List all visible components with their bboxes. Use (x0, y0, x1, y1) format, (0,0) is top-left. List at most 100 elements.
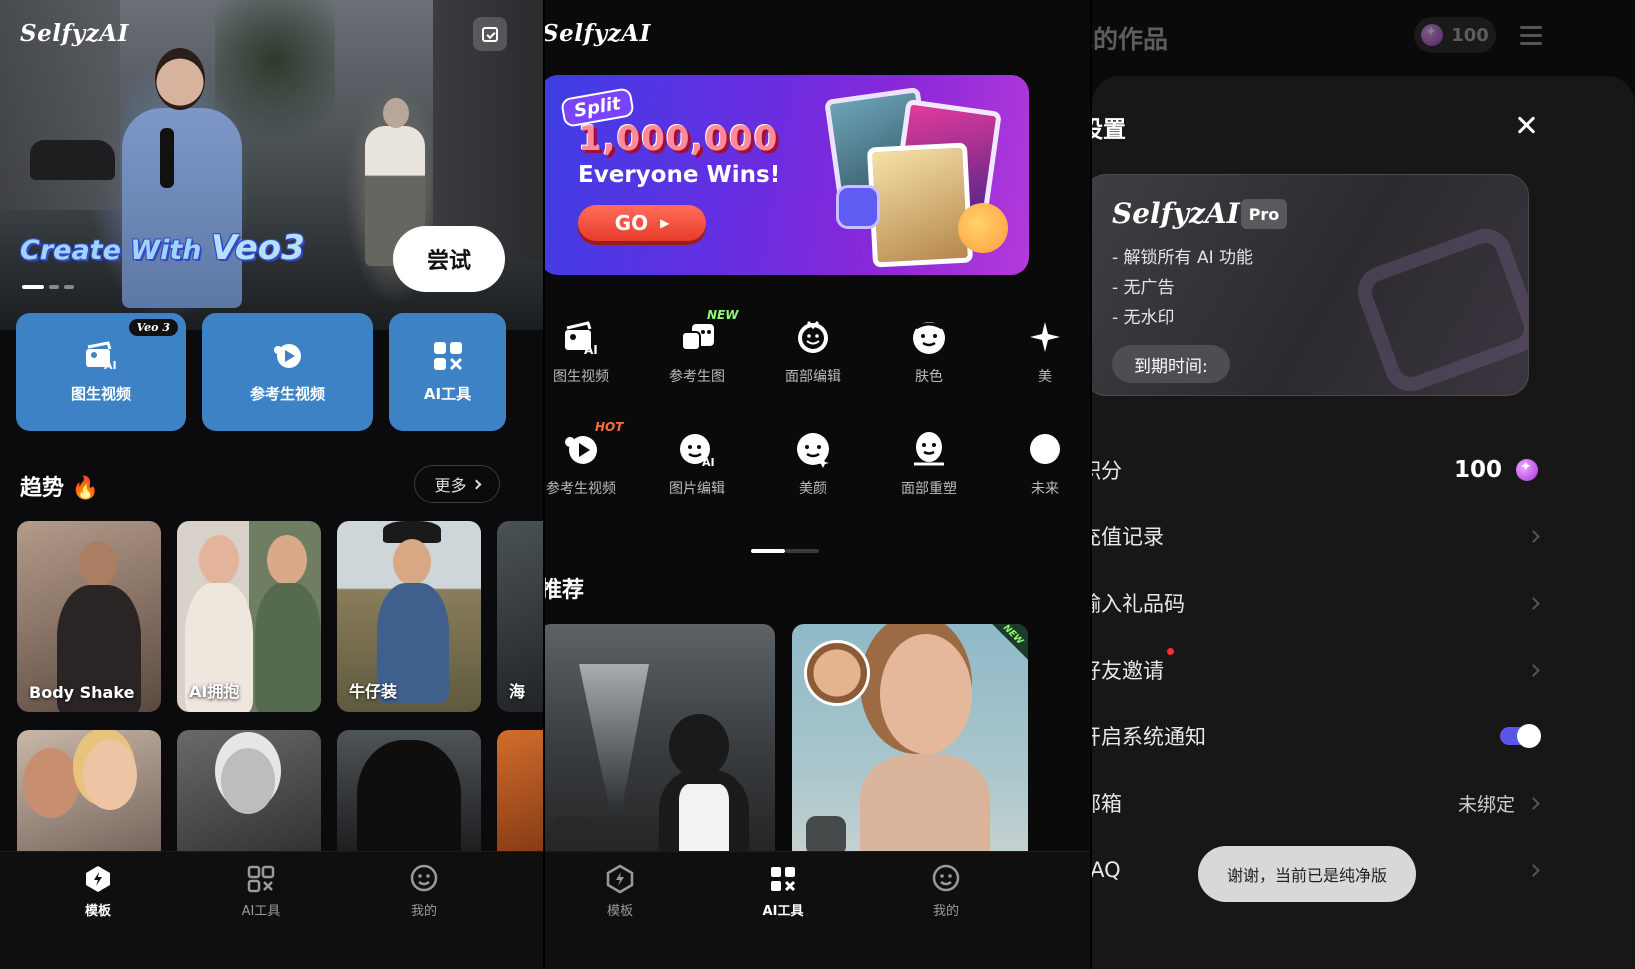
row-label: 开启系统通知 (1092, 725, 1206, 749)
promo-banner[interactable]: Split 1,000,000 Everyone Wins! GO ▶ (545, 75, 1029, 275)
image-to-video-icon: AI (86, 340, 117, 371)
trend-card[interactable] (177, 730, 321, 870)
points-pill[interactable]: 100 (1414, 17, 1496, 53)
discord-icon (836, 185, 880, 229)
tool-partial[interactable]: 未来 (987, 430, 1090, 498)
tool-label: 图生视频 (553, 369, 609, 385)
home-screen: SelfyzAI Create With Veo3 尝试 Veo 3 AI 图生… (0, 0, 543, 969)
trend-card[interactable]: 牛仔装 (337, 521, 481, 712)
app-logo: SelfyzAI (545, 20, 651, 47)
settings-row-system-notifications[interactable]: 开启系统通知 (1092, 716, 1550, 756)
tool-reference-video[interactable]: HOT 参考生视频 (545, 420, 639, 498)
profile-face-icon (932, 864, 960, 892)
tool-image-to-video[interactable]: AI 图生视频 (545, 318, 639, 386)
ai-tools-icon (247, 865, 275, 893)
bottom-tab-bar: 模板 AI工具 我的 (0, 851, 543, 969)
settings-screen: 我的作品 100 设置 SelfyzAI Pro - 解锁所有 AI 功能 - … (1092, 0, 1635, 969)
tools-pager (751, 549, 819, 553)
image-to-video-button[interactable]: Veo 3 AI 图生视频 (16, 313, 186, 431)
trend-card[interactable] (497, 730, 543, 870)
tab-templates[interactable]: 模板 (48, 864, 148, 919)
tab-ai-tools[interactable]: AI工具 (211, 864, 311, 919)
tool-label: 未来 (1031, 481, 1059, 497)
tool-photo-edit[interactable]: AI 图片编辑 (639, 430, 755, 498)
chevron-right-icon (471, 479, 481, 489)
tab-ai-tools[interactable]: AI工具 (733, 864, 833, 919)
settings-row-email[interactable]: 邮箱 未绑定 (1092, 783, 1550, 823)
tool-face-edit[interactable]: 面部编辑 (755, 318, 871, 386)
tool-label: 面部编辑 (785, 369, 841, 385)
tab-ai-tools-label: AI工具 (241, 904, 281, 919)
promo-photo (866, 142, 974, 268)
points-value: 100 (1454, 457, 1538, 483)
sparkle-icon (1030, 322, 1060, 352)
tool-beauty[interactable]: 美颜 (755, 430, 871, 498)
photo-edit-badge-icon (806, 816, 846, 856)
row-label: FAQ (1092, 858, 1121, 882)
tool-label: 面部重塑 (901, 481, 957, 497)
tool-partial[interactable]: 美 (987, 318, 1090, 386)
trend-card[interactable]: Body Shake (17, 521, 161, 712)
checkin-calendar-button[interactable] (473, 17, 507, 51)
tool-label: 美 (1038, 369, 1052, 385)
beauty-icon (797, 433, 829, 468)
face-reshape-icon (914, 432, 944, 466)
row-trailing (1527, 529, 1540, 543)
points-pill-value: 100 (1451, 24, 1489, 46)
tool-label: 参考生视频 (546, 481, 616, 497)
points-number: 100 (1453, 457, 1502, 483)
fire-icon: 🔥 (71, 476, 100, 501)
notifications-toggle[interactable] (1500, 724, 1541, 748)
reference-image-icon (681, 324, 714, 351)
reference-video-label: 参考生视频 (249, 384, 325, 403)
checkmark-watermark-icon (1350, 221, 1528, 395)
settings-row-gift-code[interactable]: 输入礼品码 (1092, 583, 1550, 623)
image-to-video-label: 图生视频 (70, 384, 131, 403)
hero-title: Create With Veo3 (20, 228, 305, 268)
recommend-card[interactable] (545, 624, 775, 864)
row-trailing (1527, 596, 1540, 610)
go-button[interactable]: GO ▶ (578, 205, 706, 241)
face-edit-icon (798, 320, 828, 353)
row-label: 邮箱 (1092, 792, 1122, 816)
recommend-card[interactable]: NEW (792, 624, 1028, 864)
reference-video-button[interactable]: 参考生视频 (202, 313, 373, 431)
tab-ai-tools-label: AI工具 (762, 904, 804, 919)
tool-reference-image[interactable]: NEW 参考生图 (639, 308, 755, 386)
bottom-tab-bar: 模板 AI工具 我的 (545, 851, 1090, 969)
play-arrow-icon: ▶ (660, 216, 670, 230)
tab-mine[interactable]: 我的 (374, 864, 474, 919)
tab-mine[interactable]: 我的 (896, 864, 996, 919)
future-icon (1030, 434, 1060, 464)
tool-face-reshape[interactable]: 面部重塑 (871, 430, 987, 498)
tab-templates[interactable]: 模板 (570, 864, 670, 919)
reference-face-avatar (804, 640, 870, 706)
svg-text:AI: AI (584, 343, 598, 356)
trend-card[interactable]: 海 (497, 521, 543, 712)
promo-amount: 1,000,000 (578, 119, 779, 159)
row-label: 充值记录 (1092, 525, 1164, 549)
try-button[interactable]: 尝试 (393, 226, 505, 292)
trend-card[interactable] (17, 730, 161, 870)
image-to-video-icon: AI (565, 321, 598, 356)
close-icon[interactable] (1514, 113, 1538, 137)
hero-title-veo3: Veo3 (210, 228, 305, 268)
points-gem-icon (1516, 459, 1538, 481)
trend-card[interactable] (337, 730, 481, 870)
trend-card-label: AI拥抱 (189, 682, 240, 701)
menu-icon[interactable] (1520, 26, 1542, 45)
tool-label: 肤色 (915, 369, 943, 385)
grid-apps-icon (433, 341, 462, 370)
tool-skin-tone[interactable]: 肤色 (871, 318, 987, 386)
trend-card[interactable]: AI拥抱 (177, 521, 321, 712)
settings-row-invite-friends[interactable]: 好友邀请 (1092, 650, 1550, 690)
settings-row-recharge-history[interactable]: 充值记录 (1092, 516, 1550, 556)
tab-mine-label: 我的 (932, 904, 959, 919)
points-gem-icon (1421, 24, 1444, 46)
settings-row-points[interactable]: 积分 100 (1092, 450, 1550, 490)
more-button[interactable]: 更多 (414, 465, 500, 503)
ai-tools-button[interactable]: AI工具 (389, 313, 506, 431)
trend-card-label: Body Shake (29, 683, 135, 702)
skin-tone-icon (913, 322, 945, 354)
row-label: 输入礼品码 (1092, 592, 1185, 616)
